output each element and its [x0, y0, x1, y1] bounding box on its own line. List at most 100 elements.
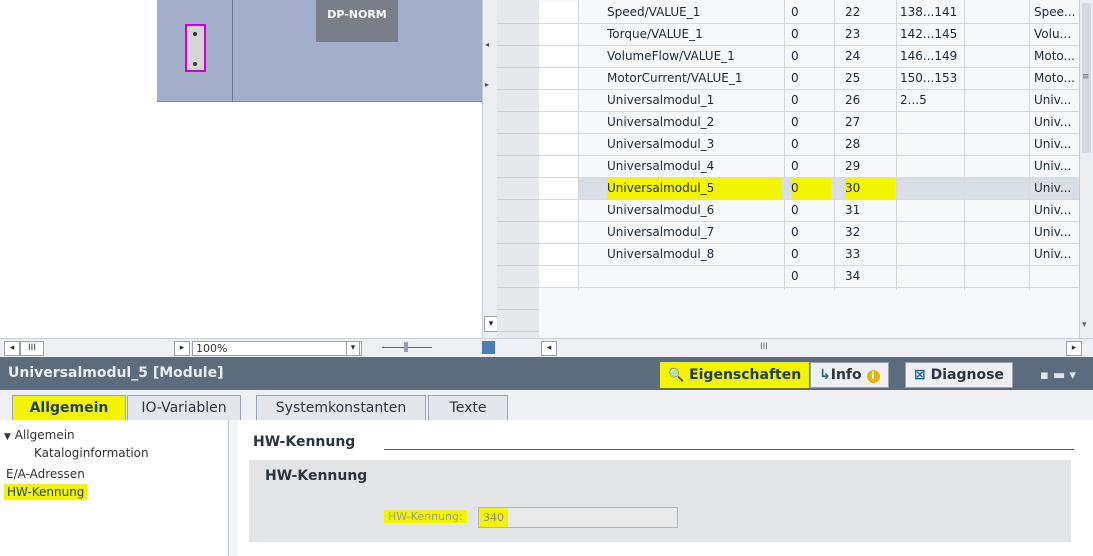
table-row[interactable]: VolumeFlow/VALUE_1 0 24 146...149 Moto... [539, 46, 1079, 68]
cell-name[interactable]: Universalmodul_6 [607, 200, 782, 221]
cell-name[interactable]: Torque/VALUE_1 [607, 24, 782, 45]
cell-name[interactable]: Universalmodul_2 [607, 112, 782, 133]
table-row[interactable]: Torque/VALUE_1 0 23 142...145 Volu... [539, 24, 1079, 46]
cell-name[interactable]: Universalmodul_4 [607, 156, 782, 177]
horizontal-scroll-thumb[interactable]: III [760, 342, 768, 352]
zoom-select[interactable]: 100% [192, 341, 362, 356]
cell-type[interactable]: Univ... [1034, 222, 1079, 243]
cell-address[interactable] [900, 222, 960, 243]
cell-address[interactable] [900, 112, 960, 133]
table-row[interactable]: Universalmodul_8 0 33 Univ... [539, 244, 1079, 266]
cell-slot[interactable]: 28 [845, 134, 895, 155]
tree-item-allgemein[interactable]: ▼ Allgemein [4, 428, 75, 442]
cell-address[interactable]: 150...153 [900, 68, 960, 89]
cell-slot[interactable]: 29 [845, 156, 895, 177]
cell-address[interactable] [900, 156, 960, 177]
cell-type[interactable]: Univ... [1034, 244, 1079, 265]
cell-slot[interactable]: 25 [845, 68, 895, 89]
fit-icon[interactable] [482, 341, 495, 354]
cell-rack[interactable]: 0 [791, 266, 831, 287]
table-row[interactable]: Universalmodul_6 0 31 Univ... [539, 200, 1079, 222]
table-row[interactable]: Universalmodul_7 0 32 Univ... [539, 222, 1079, 244]
cell-name[interactable]: Universalmodul_8 [607, 244, 782, 265]
cell-rack[interactable]: 0 [791, 46, 831, 67]
cell-address[interactable] [900, 200, 960, 221]
cell-slot[interactable]: 22 [845, 2, 895, 23]
tab-info[interactable]: ↳Info i [810, 362, 889, 388]
cell-type[interactable]: Univ... [1034, 200, 1079, 221]
cell-slot[interactable]: 32 [845, 222, 895, 243]
chevron-down-icon[interactable]: ▼ [4, 432, 11, 442]
cell-rack[interactable]: 0 [791, 200, 831, 221]
cell-rack[interactable]: 0 [791, 24, 831, 45]
cell-name[interactable]: Universalmodul_5 [607, 178, 782, 199]
cell-slot[interactable]: 24 [845, 46, 895, 67]
table-row[interactable]: Universalmodul_4 0 29 Univ... [539, 156, 1079, 178]
cell-slot[interactable]: 23 [845, 24, 895, 45]
cell-address[interactable]: 146...149 [900, 46, 960, 67]
cell-type[interactable]: Volu... [1034, 24, 1079, 45]
cell-slot[interactable]: 33 [845, 244, 895, 265]
cell-address[interactable] [900, 134, 960, 155]
cell-type[interactable] [1034, 266, 1079, 287]
cell-type[interactable]: Spee... [1034, 2, 1079, 23]
cell-rack[interactable]: 0 [791, 112, 831, 133]
table-scrollbar[interactable]: ≡ ▾ [1079, 0, 1093, 338]
tree-item-hw-kennung[interactable]: HW-Kennung [4, 484, 88, 500]
table-row[interactable]: MotorCurrent/VALUE_1 0 25 150...153 Moto... [539, 68, 1079, 90]
cell-type[interactable]: Univ... [1034, 112, 1079, 133]
dropdown-icon[interactable]: ▾ [346, 341, 360, 356]
cell-name[interactable]: Universalmodul_7 [607, 222, 782, 243]
window-controls-icon[interactable]: ▪ ▬ ▾ [1040, 368, 1076, 383]
cell-name[interactable]: Universalmodul_3 [607, 134, 782, 155]
scroll-left-icon[interactable]: ◂ [541, 341, 557, 356]
cell-name[interactable] [607, 266, 782, 287]
cell-slot[interactable]: 34 [845, 266, 895, 287]
cell-name[interactable]: VolumeFlow/VALUE_1 [607, 46, 782, 67]
zoom-slider-handle[interactable] [404, 342, 408, 352]
cell-type[interactable]: Moto... [1034, 68, 1079, 89]
table-row[interactable]: Universalmodul_2 0 27 Univ... [539, 112, 1079, 134]
scroll-down-icon[interactable]: ▾ [1082, 320, 1087, 330]
cell-type[interactable]: Univ... [1034, 134, 1079, 155]
tree-item-ea-adressen[interactable]: E/A-Adressen [6, 467, 85, 481]
cell-rack[interactable]: 0 [791, 134, 831, 155]
cell-address[interactable]: 2...5 [900, 90, 960, 111]
tab-diagnose[interactable]: ⊠ Diagnose [905, 362, 1013, 388]
cell-type[interactable]: Univ... [1034, 156, 1079, 177]
table-row[interactable]: Universalmodul_1 0 26 2...5 Univ... [539, 90, 1079, 112]
scroll-down-icon[interactable]: ▾ [484, 316, 498, 332]
cell-rack[interactable]: 0 [791, 2, 831, 23]
connector-icon[interactable] [185, 24, 206, 72]
cell-slot[interactable]: 30 [845, 178, 895, 199]
cell-rack[interactable]: 0 [791, 90, 831, 111]
cell-address[interactable] [900, 266, 960, 287]
cell-rack[interactable]: 0 [791, 178, 831, 199]
table-row[interactable]: Universalmodul_5 0 30 Univ... [539, 178, 1079, 200]
device-view-scrollbar[interactable]: ◂ ▸ ▾ [482, 0, 498, 338]
cell-rack[interactable]: 0 [791, 244, 831, 265]
cell-address[interactable] [900, 244, 960, 265]
cell-rack[interactable]: 0 [791, 222, 831, 243]
tab-systemkonstanten[interactable]: Systemkonstanten [256, 395, 426, 420]
cell-name[interactable]: MotorCurrent/VALUE_1 [607, 68, 782, 89]
cell-address[interactable]: 142...145 [900, 24, 960, 45]
cell-type[interactable]: Univ... [1034, 178, 1079, 199]
cell-name[interactable]: Universalmodul_1 [607, 90, 782, 111]
dp-norm-module[interactable]: DP-NORM [316, 0, 398, 42]
cell-rack[interactable]: 0 [791, 68, 831, 89]
cell-slot[interactable]: 26 [845, 90, 895, 111]
tree-item-kataloginformation[interactable]: Kataloginformation [34, 446, 149, 460]
cell-slot[interactable]: 27 [845, 112, 895, 133]
tab-eigenschaften[interactable]: 🔍 Eigenschaften [660, 362, 810, 388]
cell-name[interactable]: Speed/VALUE_1 [607, 2, 782, 23]
scroll-right-icon[interactable]: ▸ [174, 341, 190, 356]
cell-slot[interactable]: 31 [845, 200, 895, 221]
scroll-left-icon[interactable]: ◂ [4, 341, 20, 356]
cell-type[interactable]: Moto... [1034, 46, 1079, 67]
table-row[interactable]: 0 34 [539, 266, 1079, 288]
tab-texte[interactable]: Texte [428, 395, 508, 420]
cell-rack[interactable]: 0 [791, 156, 831, 177]
tab-io-variablen[interactable]: IO-Variablen [127, 395, 241, 420]
cell-address[interactable] [900, 178, 960, 199]
